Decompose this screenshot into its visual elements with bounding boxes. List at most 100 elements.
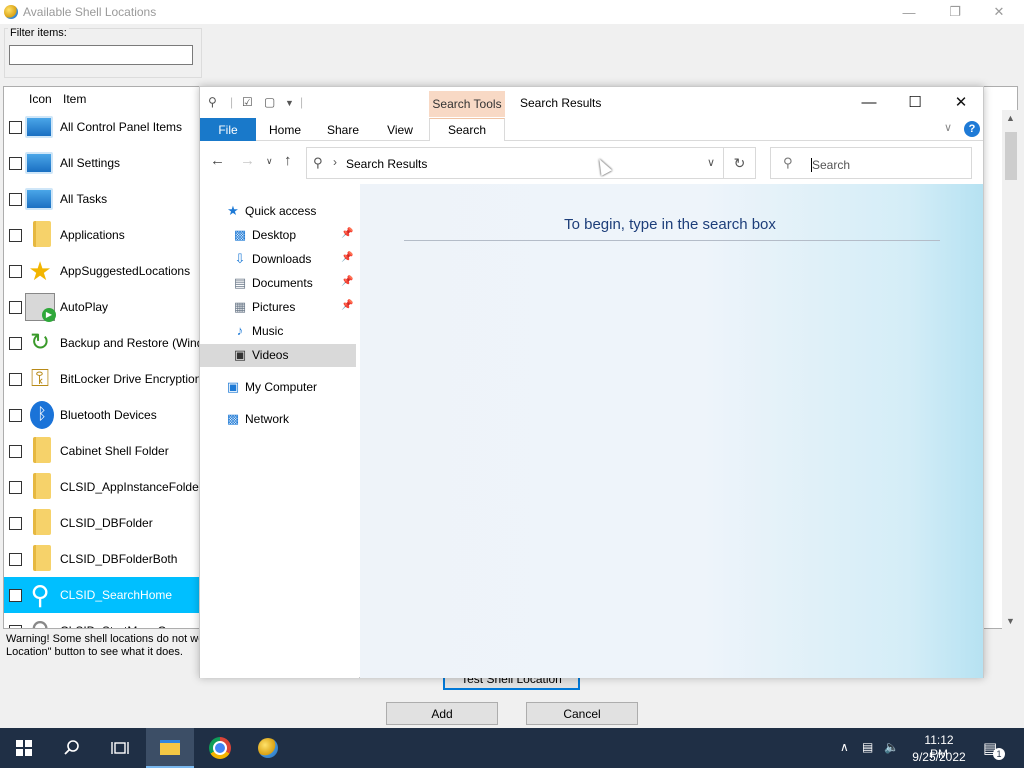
- restore-button[interactable]: ❐: [932, 0, 978, 24]
- address-dropdown-icon[interactable]: ∨: [707, 156, 715, 169]
- list-item[interactable]: CLSID_DBFolder: [4, 505, 200, 541]
- list-item[interactable]: ↻ Backup and Restore (Windows 7): [4, 325, 200, 361]
- expand-ribbon-icon[interactable]: ∨: [944, 121, 952, 134]
- nav-item-music[interactable]: ♪ Music: [200, 320, 356, 343]
- cancel-button[interactable]: Cancel: [526, 702, 638, 725]
- show-hidden-icons-icon[interactable]: ∧: [840, 740, 849, 754]
- refresh-button[interactable]: ↻: [724, 147, 756, 179]
- bitlocker-icon: ⚿: [30, 365, 50, 392]
- nav-item-downloads[interactable]: ⇩ Downloads 📌: [200, 248, 356, 271]
- search-input[interactable]: ⚲ Search: [770, 147, 972, 179]
- search-icon[interactable]: ⚲: [208, 95, 217, 109]
- list-item[interactable]: All Control Panel Items: [4, 109, 200, 145]
- item-checkbox[interactable]: [9, 157, 22, 170]
- list-item[interactable]: ⚿ BitLocker Drive Encryption: [4, 361, 200, 397]
- column-header-icon[interactable]: Icon: [29, 92, 52, 106]
- item-checkbox[interactable]: [9, 445, 22, 458]
- taskbar: ∧ ▤ 🔈 11:12 PM 9/25/2022 ▤ 1: [0, 728, 1024, 768]
- folder-icon: [33, 473, 51, 499]
- list-item[interactable]: CLSID_AppInstanceFolder: [4, 469, 200, 505]
- help-icon[interactable]: ?: [964, 121, 980, 137]
- breadcrumb-separator-icon[interactable]: ›: [333, 155, 337, 169]
- pin-icon[interactable]: 📌: [341, 300, 353, 311]
- list-scrollbar[interactable]: ▲ ▼: [1002, 110, 1019, 630]
- close-button[interactable]: ✕: [976, 0, 1022, 24]
- filter-input[interactable]: [9, 45, 193, 65]
- clock-date[interactable]: 9/25/2022: [910, 750, 968, 764]
- nav-item-network[interactable]: ▩ Network: [200, 408, 356, 431]
- list-item[interactable]: ⚲ CLSID_SearchHome: [4, 577, 200, 613]
- scroll-up-icon[interactable]: ▲: [1002, 110, 1019, 127]
- item-checkbox[interactable]: [9, 301, 22, 314]
- search-taskbar-button[interactable]: [48, 728, 96, 768]
- item-checkbox[interactable]: [9, 337, 22, 350]
- documents-icon: ▤: [233, 275, 247, 290]
- scroll-down-icon[interactable]: ▼: [1002, 613, 1019, 630]
- task-view-button[interactable]: [96, 728, 144, 768]
- nav-item-videos[interactable]: ▣ Videos: [200, 344, 356, 367]
- volume-icon[interactable]: 🔈: [884, 740, 899, 754]
- taskbar-chrome[interactable]: [196, 728, 244, 768]
- forward-arrow-icon[interactable]: →: [240, 152, 255, 169]
- back-arrow-icon[interactable]: ←: [210, 152, 225, 169]
- tab-share[interactable]: Share: [318, 118, 368, 141]
- taskbar-file-explorer[interactable]: [146, 728, 194, 768]
- item-checkbox[interactable]: [9, 229, 22, 242]
- list-item[interactable]: Cabinet Shell Folder: [4, 433, 200, 469]
- list-item[interactable]: Applications: [4, 217, 200, 253]
- explorer-close-button[interactable]: ✕: [938, 87, 984, 117]
- nav-item-documents[interactable]: ▤ Documents 📌: [200, 272, 356, 295]
- list-item[interactable]: AutoPlay: [4, 289, 200, 325]
- network-status-icon[interactable]: ▤: [862, 740, 873, 754]
- add-button[interactable]: Add: [386, 702, 498, 725]
- autoplay-icon: [25, 293, 56, 322]
- search-results-pane[interactable]: To begin, type in the search box: [360, 184, 983, 678]
- minimize-button[interactable]: —: [886, 0, 932, 24]
- list-item[interactable]: ᛒ Bluetooth Devices: [4, 397, 200, 433]
- taskbar-shell-app[interactable]: [244, 728, 292, 768]
- list-item[interactable]: All Settings: [4, 145, 200, 181]
- column-header-item[interactable]: Item: [63, 92, 86, 106]
- recent-locations-icon[interactable]: ∨: [266, 156, 273, 167]
- list-item[interactable]: All Tasks: [4, 181, 200, 217]
- star-icon: ★: [227, 203, 239, 218]
- pin-icon[interactable]: 📌: [341, 228, 353, 239]
- notification-count-badge: 1: [993, 748, 1005, 760]
- nav-item-pictures[interactable]: ▦ Pictures 📌: [200, 296, 356, 319]
- nav-item-desktop[interactable]: ▩ Desktop 📌: [200, 224, 356, 247]
- list-item[interactable]: ★ AppSuggestedLocations: [4, 253, 200, 289]
- item-checkbox[interactable]: [9, 193, 22, 206]
- tab-search[interactable]: Search: [429, 118, 505, 141]
- pin-icon[interactable]: 📌: [341, 252, 353, 263]
- up-arrow-icon[interactable]: ↑: [284, 152, 292, 169]
- pin-icon[interactable]: 📌: [341, 276, 353, 287]
- folder-icon: [33, 221, 51, 247]
- item-checkbox[interactable]: [9, 121, 22, 134]
- nav-item-my-computer[interactable]: ▣ My Computer: [200, 376, 356, 399]
- tab-file[interactable]: File: [200, 118, 256, 141]
- start-button[interactable]: [0, 728, 48, 768]
- address-bar[interactable]: ⚲ › Search Results ∨: [306, 147, 724, 179]
- tab-home[interactable]: Home: [260, 118, 310, 141]
- list-item[interactable]: ⚲ CLSID_StartMenuCommandingProviderFolder: [4, 613, 200, 628]
- item-checkbox[interactable]: [9, 409, 22, 422]
- nav-item-quick-access[interactable]: ★ Quick access: [200, 200, 356, 223]
- new-folder-icon[interactable]: ▢: [264, 95, 275, 109]
- customize-toolbar-icon[interactable]: ▼: [285, 98, 294, 108]
- list-item[interactable]: CLSID_DBFolderBoth: [4, 541, 200, 577]
- item-checkbox[interactable]: [9, 589, 22, 602]
- item-checkbox[interactable]: [9, 625, 22, 628]
- item-checkbox[interactable]: [9, 517, 22, 530]
- explorer-maximize-button[interactable]: ☐: [892, 87, 938, 117]
- item-checkbox[interactable]: [9, 481, 22, 494]
- item-checkbox[interactable]: [9, 373, 22, 386]
- item-checkbox[interactable]: [9, 265, 22, 278]
- item-label: AppSuggestedLocations: [60, 264, 191, 278]
- item-label: Backup and Restore (Windows 7): [60, 336, 200, 350]
- chrome-icon: [209, 737, 231, 759]
- properties-icon[interactable]: ☑: [242, 95, 253, 109]
- tab-view[interactable]: View: [375, 118, 425, 141]
- scroll-thumb[interactable]: [1005, 132, 1017, 180]
- item-checkbox[interactable]: [9, 553, 22, 566]
- explorer-minimize-button[interactable]: —: [846, 87, 892, 117]
